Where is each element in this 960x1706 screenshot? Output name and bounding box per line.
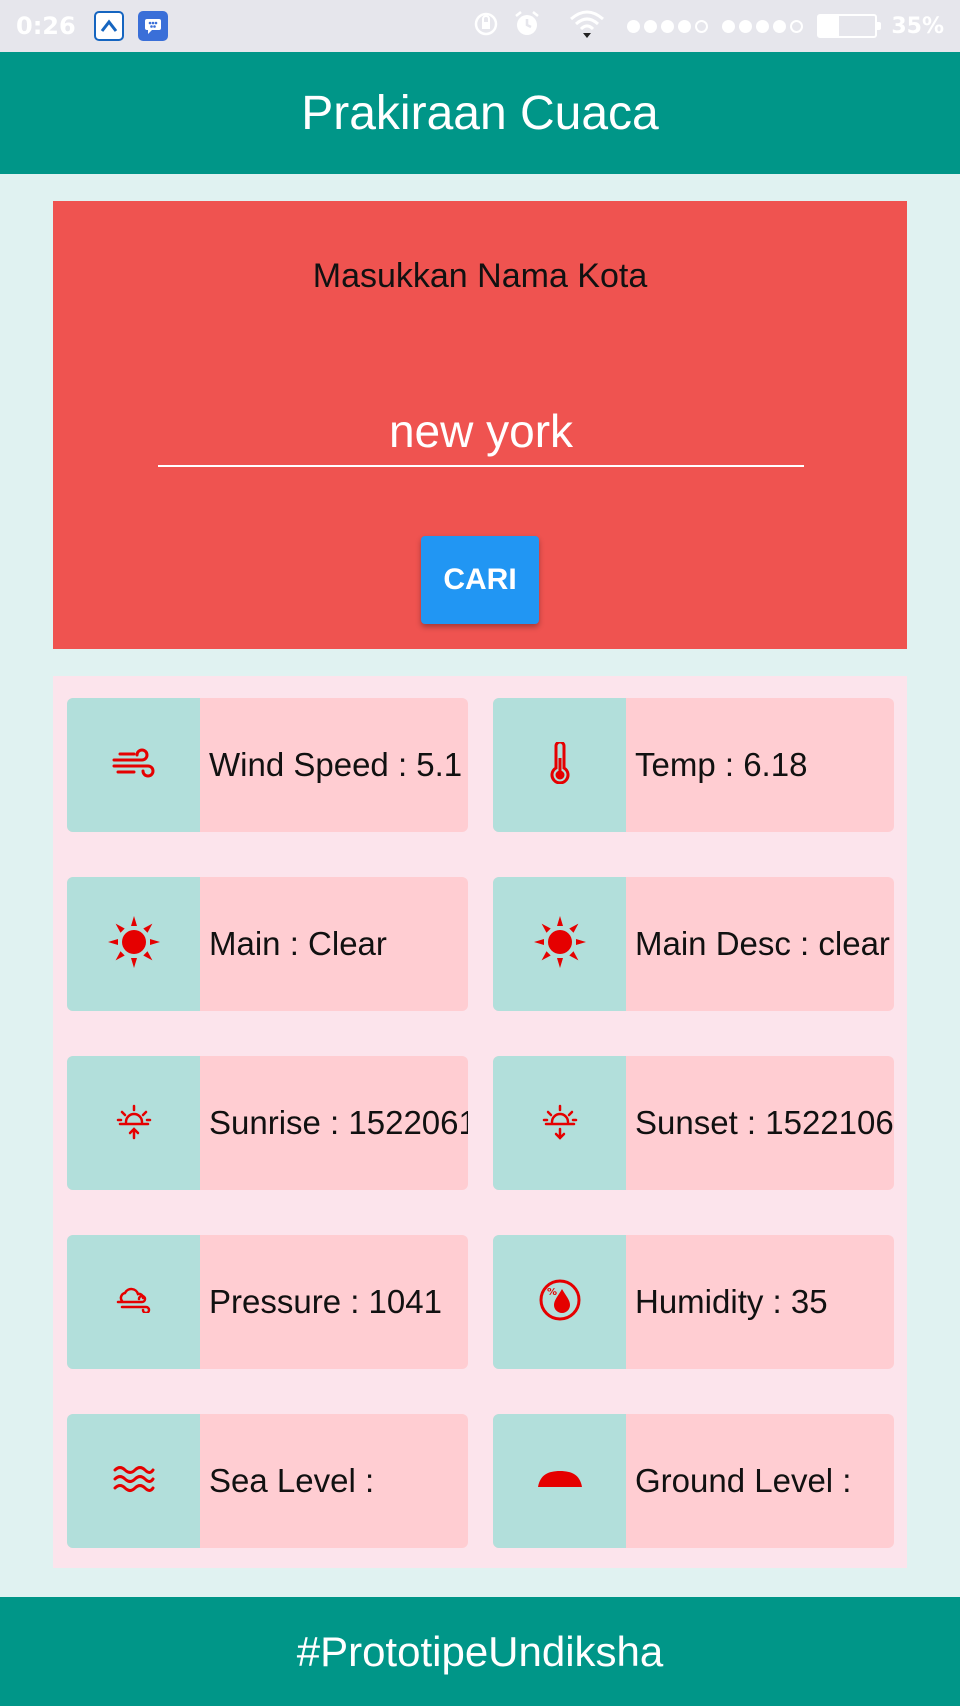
status-time: 0:26 [16,12,76,40]
tile-sea-level: Sea Level : [67,1414,468,1548]
wind-speed-value: Wind Speed : 5.1 [209,746,463,783]
sunset-icon [542,1102,578,1145]
signal-strength-sim1 [627,19,709,33]
thermometer-icon [549,740,571,789]
battery-percentage: 35% [891,13,944,39]
city-input[interactable] [158,397,804,467]
sun-icon [533,915,586,973]
sun-icon [107,915,160,973]
app-bar: Prakiraan Cuaca [0,52,960,174]
search-card: Masukkan Nama Kota CARI [53,201,907,649]
sea-level-icon [113,1464,155,1499]
svg-text:%: % [547,1287,557,1298]
tile-sunrise: Sunrise : 1522061 [67,1056,468,1190]
sea-level-value: Sea Level : [209,1462,375,1499]
rotation-lock-icon [473,11,499,42]
messenger-notification-icon [137,11,168,41]
sunrise-value: Sunrise : 1522061 [209,1104,468,1141]
tile-main-desc: Main Desc : clear sky [493,877,894,1011]
app-notification-icon [93,11,124,41]
tile-main: Main : Clear [67,877,468,1011]
humidity-icon: % [538,1278,582,1327]
search-button[interactable]: CARI [421,536,539,624]
status-bar: 0:26 35% [0,0,960,52]
footer-bar: #PrototipeUndiksha [0,1597,960,1706]
main-weather-value: Main : Clear [209,925,387,962]
alarm-icon [513,10,541,43]
ground-level-value: Ground Level : [635,1462,852,1499]
humidity-value: Humidity : 35 [635,1283,828,1320]
footer-hashtag: #PrototipeUndiksha [296,1627,664,1675]
sunset-value: Sunset : 1522106 [635,1104,894,1141]
app-title: Prakiraan Cuaca [301,86,659,140]
battery-icon [817,14,882,38]
tile-wind-speed: Wind Speed : 5.1 [67,698,468,832]
wind-icon [112,748,156,783]
tile-temperature: Temp : 6.18 [493,698,894,832]
ground-level-icon [536,1467,584,1496]
tile-pressure: Pressure : 1041 [67,1235,468,1369]
city-input-label: Masukkan Nama Kota [312,257,648,295]
pressure-value: Pressure : 1041 [209,1283,442,1320]
signal-strength-sim2 [722,19,804,33]
temperature-value: Temp : 6.18 [635,746,808,783]
wifi-icon [569,9,605,44]
tile-sunset: Sunset : 1522106 [493,1056,894,1190]
tile-ground-level: Ground Level : [493,1414,894,1548]
pressure-icon [116,1287,152,1318]
weather-grid: Wind Speed : 5.1 Temp : 6.18 Main: Clea… [53,676,907,1568]
sunrise-icon [116,1102,152,1145]
main-description-value: Main Desc : clear sky [635,925,894,962]
battery-fill [819,16,839,36]
tile-humidity: % Humidity : 35 [493,1235,894,1369]
